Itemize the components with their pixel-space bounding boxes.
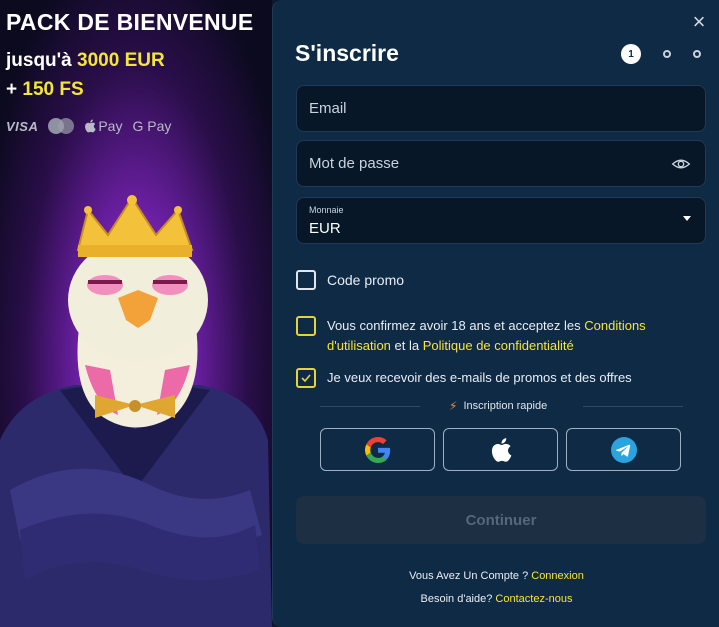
currency-value: EUR <box>309 220 341 237</box>
promo-title: PACK DE BIENVENUE <box>6 9 254 35</box>
apple-pay-logo: Pay <box>84 118 122 134</box>
dropdown-caret-icon <box>683 216 691 221</box>
google-pay-logo: G Pay <box>132 118 172 134</box>
terms-middle: et la <box>390 338 423 353</box>
promo-code-checkbox[interactable] <box>296 270 316 290</box>
step-3-dot <box>693 50 701 58</box>
mastercard-logo <box>48 118 75 134</box>
google-signup-button[interactable] <box>320 428 435 471</box>
email-field[interactable] <box>297 86 705 131</box>
close-icon[interactable]: × <box>689 11 709 33</box>
check-icon <box>301 374 311 383</box>
currency-select[interactable]: Monnaie EUR <box>296 197 706 244</box>
rooster-king-mascot <box>0 195 272 627</box>
welcome-promo-panel: PACK DE BIENVENUE jusqu'à 3000 EUR + 150… <box>0 0 272 627</box>
divider-right <box>583 406 683 407</box>
payment-methods: VISA Pay G Pay <box>6 118 171 134</box>
terms-prefix: Vous confirmez avoir 18 ans et acceptez … <box>327 318 585 333</box>
telegram-signup-button[interactable] <box>566 428 681 471</box>
step-indicator: 1 <box>621 44 701 64</box>
marketing-emails-checkbox[interactable] <box>296 368 316 388</box>
visa-logo: VISA <box>6 118 39 134</box>
google-icon <box>364 436 390 463</box>
promo-spins-amount: 150 FS <box>22 79 84 100</box>
apple-icon <box>491 437 511 462</box>
continue-button[interactable]: Continuer <box>296 496 706 544</box>
divider-left <box>320 406 420 407</box>
help-prompt: Besoin d'aide? Contactez-nous <box>273 593 719 605</box>
password-field[interactable] <box>297 141 705 186</box>
signup-title: S'inscrire <box>295 40 399 66</box>
apple-signup-button[interactable] <box>443 428 558 471</box>
terms-text: Vous confirmez avoir 18 ans et acceptez … <box>327 316 697 356</box>
step-2-dot <box>663 50 671 58</box>
eye-icon[interactable] <box>671 155 691 173</box>
apple-pay-text: Pay <box>98 118 123 134</box>
promo-bonus-amount: 3000 EUR <box>77 50 165 71</box>
promo-bonus-prefix: jusqu'à <box>6 50 78 71</box>
marketing-emails-label: Je veux recevoir des e-mails de promos e… <box>327 370 632 385</box>
signup-panel: × S'inscrire 1 Monnaie EUR Code promo Vo… <box>272 0 719 627</box>
apple-icon <box>85 119 96 133</box>
quick-signup-heading: ⚡ Inscription rapide <box>449 399 547 413</box>
promo-spins-prefix: + <box>6 79 23 100</box>
quick-signup-label: Inscription rapide <box>463 400 548 412</box>
promo-spins-line: + 150 FS <box>6 79 84 101</box>
step-1-active: 1 <box>621 44 641 64</box>
login-link[interactable]: Connexion <box>531 570 584 582</box>
promo-code-label: Code promo <box>327 272 405 288</box>
currency-label: Monnaie <box>309 205 344 215</box>
privacy-link[interactable]: Politique de confidentialité <box>423 338 574 353</box>
login-prompt-text: Vous Avez Un Compte ? <box>409 570 532 582</box>
login-prompt: Vous Avez Un Compte ? Connexion <box>273 570 719 582</box>
contact-link[interactable]: Contactez-nous <box>495 593 572 605</box>
bolt-icon: ⚡ <box>449 399 458 413</box>
email-field-wrapper <box>296 85 706 132</box>
password-field-wrapper <box>296 140 706 187</box>
promo-bonus-line: jusqu'à 3000 EUR <box>6 50 165 72</box>
terms-checkbox[interactable] <box>296 316 316 336</box>
help-prompt-text: Besoin d'aide? <box>420 593 496 605</box>
telegram-icon <box>610 436 637 463</box>
